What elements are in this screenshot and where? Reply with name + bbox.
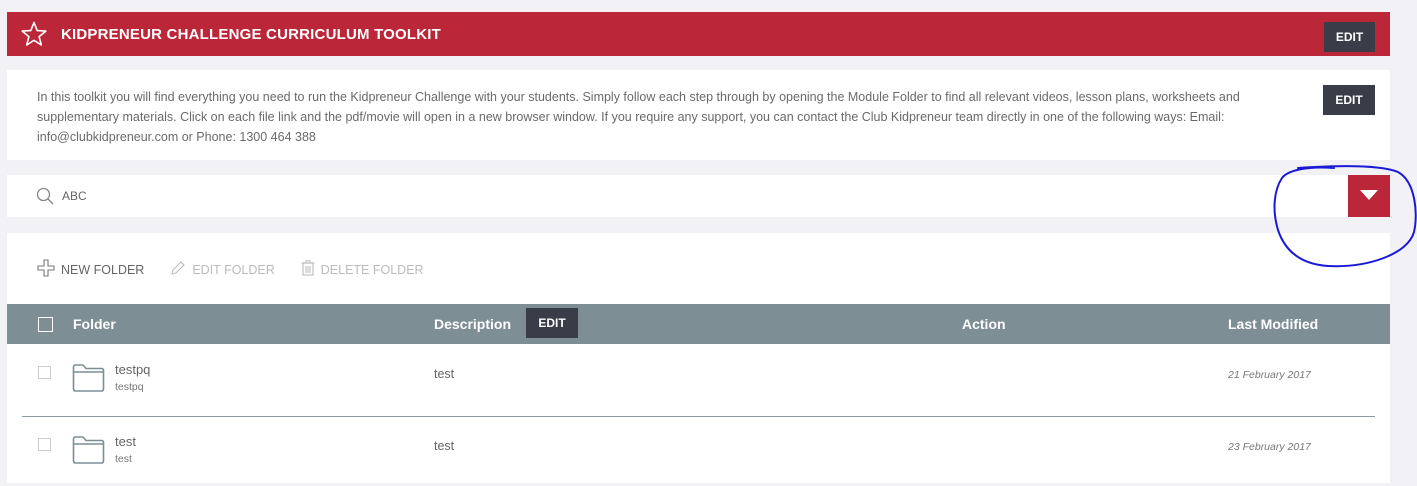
folder-description: test bbox=[434, 367, 455, 381]
trash-icon bbox=[301, 260, 315, 279]
chevron-down-icon bbox=[1360, 187, 1378, 205]
star-icon bbox=[21, 21, 47, 47]
row-checkbox[interactable] bbox=[38, 366, 51, 379]
folder-toolbar: NEW FOLDER EDIT FOLDER DELETE FOLDER bbox=[37, 259, 424, 280]
edit-folder-button[interactable]: EDIT FOLDER bbox=[170, 260, 275, 279]
column-last-modified[interactable]: Last Modified bbox=[1228, 316, 1318, 332]
folder-name[interactable]: test bbox=[115, 434, 136, 449]
column-folder[interactable]: Folder bbox=[73, 316, 116, 332]
folder-subname: test bbox=[115, 453, 132, 465]
edit-folder-label: EDIT FOLDER bbox=[192, 262, 275, 277]
folder-panel: NEW FOLDER EDIT FOLDER DELETE FOLDER Fol… bbox=[7, 233, 1390, 483]
folder-last-modified: 21 February 2017 bbox=[1228, 369, 1311, 381]
folder-icon[interactable] bbox=[72, 363, 105, 393]
folder-icon[interactable] bbox=[72, 435, 105, 465]
new-folder-label: NEW FOLDER bbox=[61, 262, 145, 277]
intro-panel: In this toolkit you will find everything… bbox=[7, 70, 1390, 160]
toolkit-page: KIDPRENEUR CHALLENGE CURRICULUM TOOLKIT … bbox=[7, 12, 1390, 483]
delete-folder-label: DELETE FOLDER bbox=[320, 262, 424, 277]
row-checkbox[interactable] bbox=[38, 438, 51, 451]
delete-folder-button[interactable]: DELETE FOLDER bbox=[301, 260, 424, 279]
table-row[interactable]: test test test 23 February 2017 bbox=[7, 416, 1390, 486]
pencil-icon bbox=[170, 260, 186, 279]
table-header: Folder Description EDIT Action Last Modi… bbox=[7, 304, 1390, 344]
folder-last-modified: 23 February 2017 bbox=[1228, 441, 1311, 453]
plus-icon bbox=[37, 259, 55, 280]
folder-subname: testpq bbox=[115, 381, 144, 393]
search-bar[interactable]: ABC bbox=[7, 175, 1390, 217]
column-description[interactable]: Description bbox=[434, 316, 511, 332]
column-action: Action bbox=[962, 316, 1006, 332]
description-edit-button[interactable]: EDIT bbox=[526, 308, 578, 338]
search-input[interactable]: ABC bbox=[62, 189, 87, 203]
select-all-checkbox[interactable] bbox=[38, 317, 53, 332]
folder-name[interactable]: testpq bbox=[115, 362, 150, 377]
table-row[interactable]: testpq testpq test 21 February 2017 bbox=[7, 344, 1390, 414]
intro-text: In this toolkit you will find everything… bbox=[37, 90, 1240, 144]
toolkit-header: KIDPRENEUR CHALLENGE CURRICULUM TOOLKIT … bbox=[7, 12, 1390, 56]
page-title: KIDPRENEUR CHALLENGE CURRICULUM TOOLKIT bbox=[61, 25, 442, 43]
intro-edit-button[interactable]: EDIT bbox=[1323, 85, 1375, 115]
header-edit-button[interactable]: EDIT bbox=[1324, 22, 1375, 52]
new-folder-button[interactable]: NEW FOLDER bbox=[37, 259, 144, 280]
dropdown-toggle-button[interactable] bbox=[1348, 175, 1390, 217]
folder-description: test bbox=[434, 439, 455, 453]
search-icon bbox=[36, 187, 54, 205]
